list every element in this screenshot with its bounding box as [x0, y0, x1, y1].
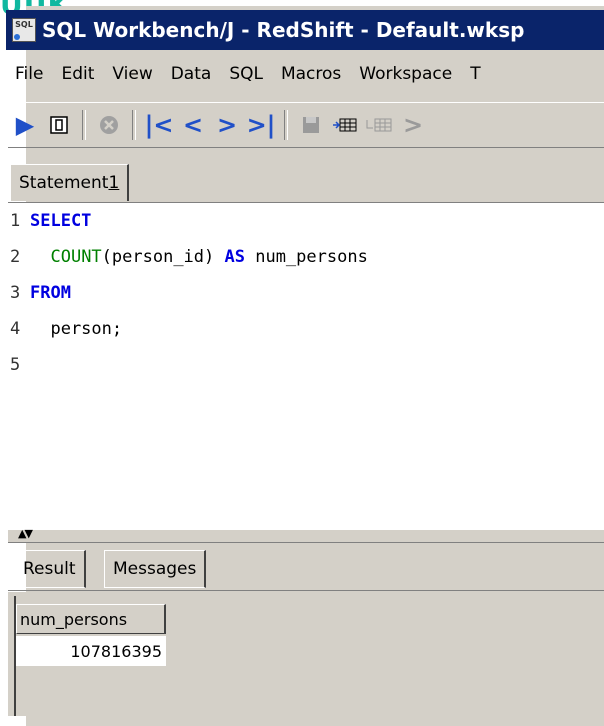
result-grid-area: num_persons 107816395: [8, 592, 604, 716]
line-number: 3: [10, 283, 21, 303]
menu-data[interactable]: Data: [171, 64, 212, 84]
toolbar-separator: [132, 110, 136, 140]
sql-app-icon: SQL: [12, 18, 36, 42]
run-current-icon[interactable]: [42, 108, 76, 142]
editor-line: 3 FROM: [8, 277, 71, 309]
sql-keyword: SELECT: [30, 211, 92, 231]
run-icon[interactable]: ▶: [8, 108, 42, 142]
menu-tools-cut[interactable]: T: [470, 64, 480, 84]
line-number: 1: [10, 211, 21, 231]
menu-bar: File Edit View Data SQL Macros Workspace…: [6, 56, 490, 92]
more-icon[interactable]: >: [396, 108, 430, 142]
line-number: 2: [10, 247, 21, 267]
editor-line: 4 person;: [8, 313, 122, 345]
sql-text: num_persons: [244, 247, 368, 267]
copy-row-icon[interactable]: [362, 108, 396, 142]
sql-text: person;: [30, 319, 123, 339]
next-icon[interactable]: >: [210, 108, 244, 142]
toolbar-separator: [284, 110, 288, 140]
stop-icon[interactable]: [92, 108, 126, 142]
save-icon[interactable]: [294, 108, 328, 142]
title-bar[interactable]: SQL SQL Workbench/J - RedShift - Default…: [6, 10, 604, 50]
menu-file[interactable]: File: [15, 64, 43, 84]
sql-keyword: FROM: [30, 283, 71, 303]
split-pane-divider[interactable]: ▲▼: [8, 527, 604, 543]
line-number: 4: [10, 319, 21, 339]
insert-row-icon[interactable]: [328, 108, 362, 142]
column-header[interactable]: num_persons: [16, 604, 166, 634]
tab-result[interactable]: Result: [14, 550, 86, 588]
toolbar: ▶ |< < > >| >: [8, 102, 604, 148]
sql-function: COUNT: [50, 247, 102, 267]
line-number: 5: [10, 355, 21, 375]
menu-edit[interactable]: Edit: [61, 64, 94, 84]
editor-line: 1 SELECT: [8, 205, 91, 237]
tab-label: Statement: [19, 173, 109, 193]
first-icon[interactable]: |<: [142, 108, 176, 142]
editor-line: 2 COUNT (person_id) AS num_persons: [8, 241, 368, 273]
menu-view[interactable]: View: [112, 64, 152, 84]
toolbar-separator: [82, 110, 86, 140]
sql-text: (person_id): [101, 247, 225, 267]
menu-macros[interactable]: Macros: [281, 64, 341, 84]
menu-workspace[interactable]: Workspace: [359, 64, 452, 84]
result-tab-row: Result Messages: [8, 546, 604, 591]
window-title: SQL Workbench/J - RedShift - Default.wks…: [42, 18, 525, 42]
prev-icon[interactable]: <: [176, 108, 210, 142]
tab-messages[interactable]: Messages: [104, 550, 207, 588]
tab-statement-1[interactable]: Statement 1: [10, 164, 130, 201]
editor-line: 5: [8, 349, 30, 381]
split-arrows-icon[interactable]: ▲▼: [18, 527, 33, 540]
editor-tab-row: Statement 1: [6, 162, 604, 202]
menu-sql[interactable]: SQL: [229, 64, 263, 84]
sql-editor[interactable]: 1 SELECT 2 COUNT (person_id) AS num_person…: [8, 202, 604, 531]
result-cell[interactable]: 107816395: [16, 636, 166, 666]
last-icon[interactable]: >|: [244, 108, 278, 142]
result-grid: num_persons 107816395: [14, 596, 596, 716]
sql-keyword: AS: [224, 247, 245, 267]
tab-number: 1: [108, 173, 120, 193]
